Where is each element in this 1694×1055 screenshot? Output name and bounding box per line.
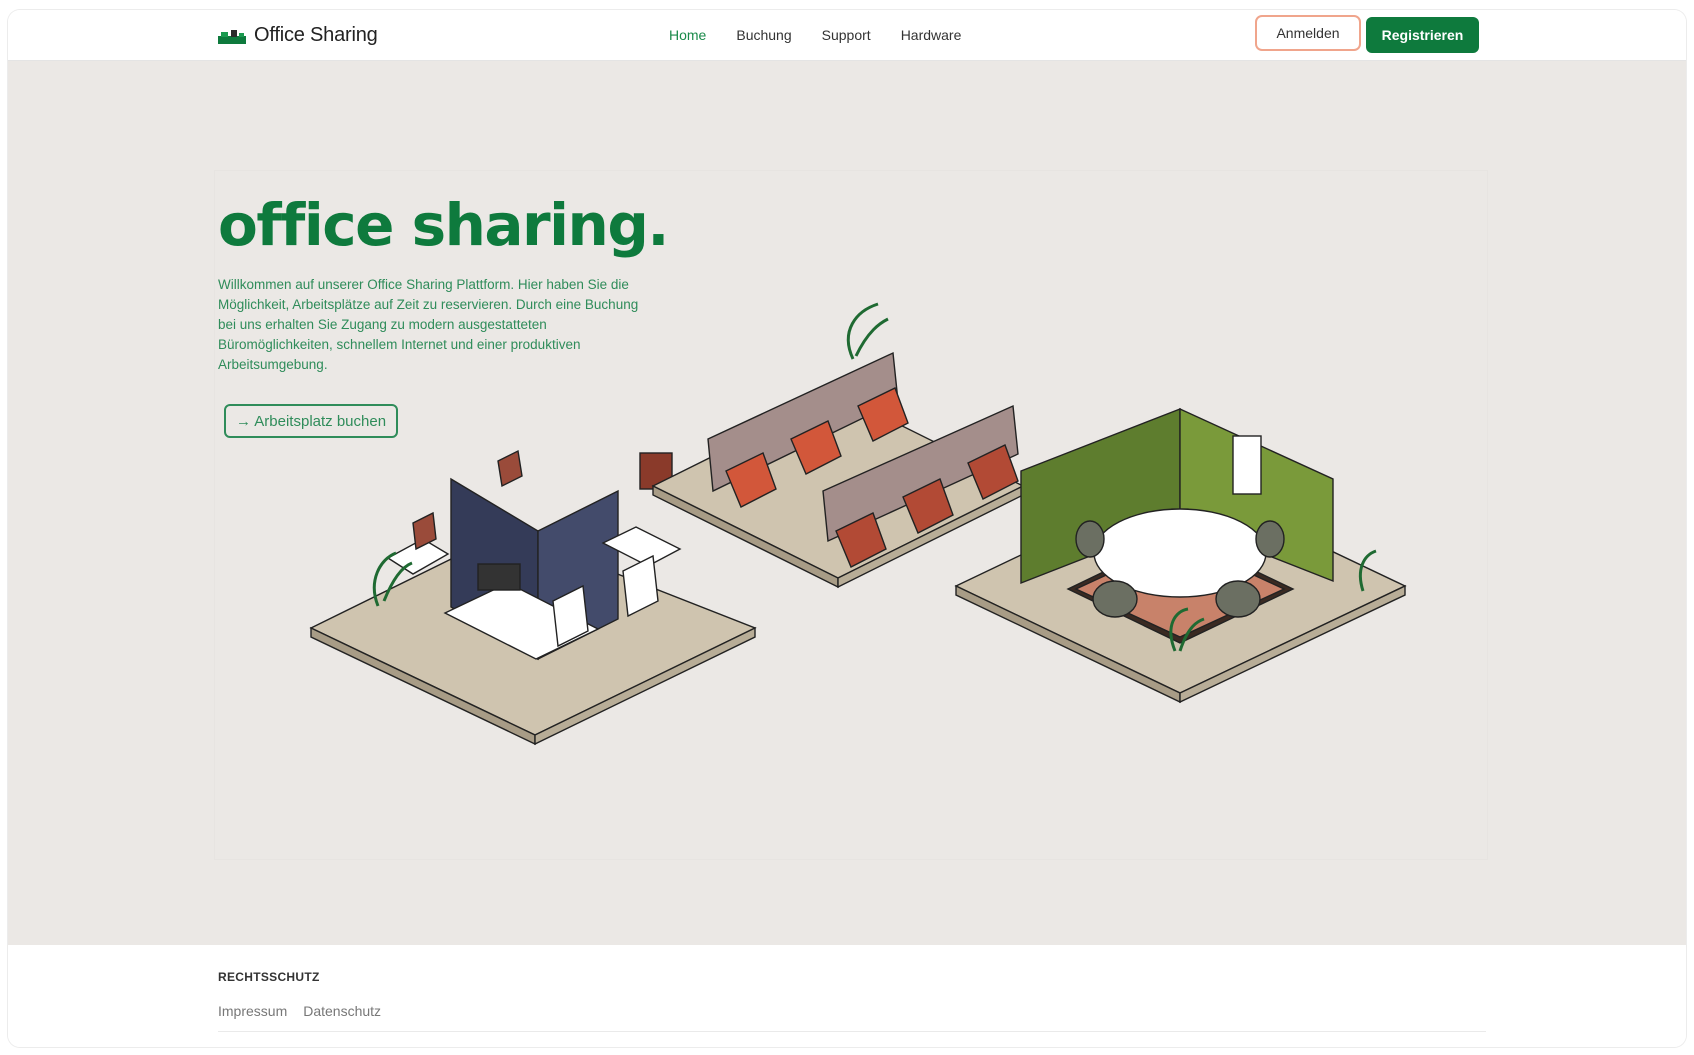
nav-buchung[interactable]: Buchung <box>736 27 791 43</box>
hero-section: office sharing. Willkommen auf unserer O… <box>8 61 1686 945</box>
book-workspace-button[interactable]: → Arbeitsplatz buchen <box>224 404 398 438</box>
browser-page: Office Sharing Home Buchung Support Hard… <box>8 10 1686 1047</box>
register-button[interactable]: Registrieren <box>1366 17 1479 53</box>
footer-links: Impressum Datenschutz <box>218 1003 381 1019</box>
footer-divider <box>218 1031 1486 1032</box>
footer-heading: RECHTSSCHUTZ <box>218 970 320 984</box>
lounge-seating <box>651 302 1025 589</box>
brand-name: Office Sharing <box>254 24 378 46</box>
login-button[interactable]: Anmelden <box>1255 15 1361 51</box>
nav-hardware[interactable]: Hardware <box>901 27 962 43</box>
top-navbar: Office Sharing Home Buchung Support Hard… <box>8 10 1686 61</box>
footer: RECHTSSCHUTZ Impressum Datenschutz <box>8 945 1686 1047</box>
meeting-room <box>954 407 1407 704</box>
hero-title: office sharing. <box>218 191 669 259</box>
impressum-link[interactable]: Impressum <box>218 1003 287 1019</box>
brand[interactable]: Office Sharing <box>218 24 378 47</box>
office-logo-icon <box>218 29 246 44</box>
nav-home[interactable]: Home <box>669 27 706 43</box>
hero-description: Willkommen auf unserer Office Sharing Pl… <box>218 277 639 372</box>
main-nav: Home Buchung Support Hardware <box>669 27 961 43</box>
nav-support[interactable]: Support <box>822 27 871 43</box>
datenschutz-link[interactable]: Datenschutz <box>303 1003 381 1019</box>
